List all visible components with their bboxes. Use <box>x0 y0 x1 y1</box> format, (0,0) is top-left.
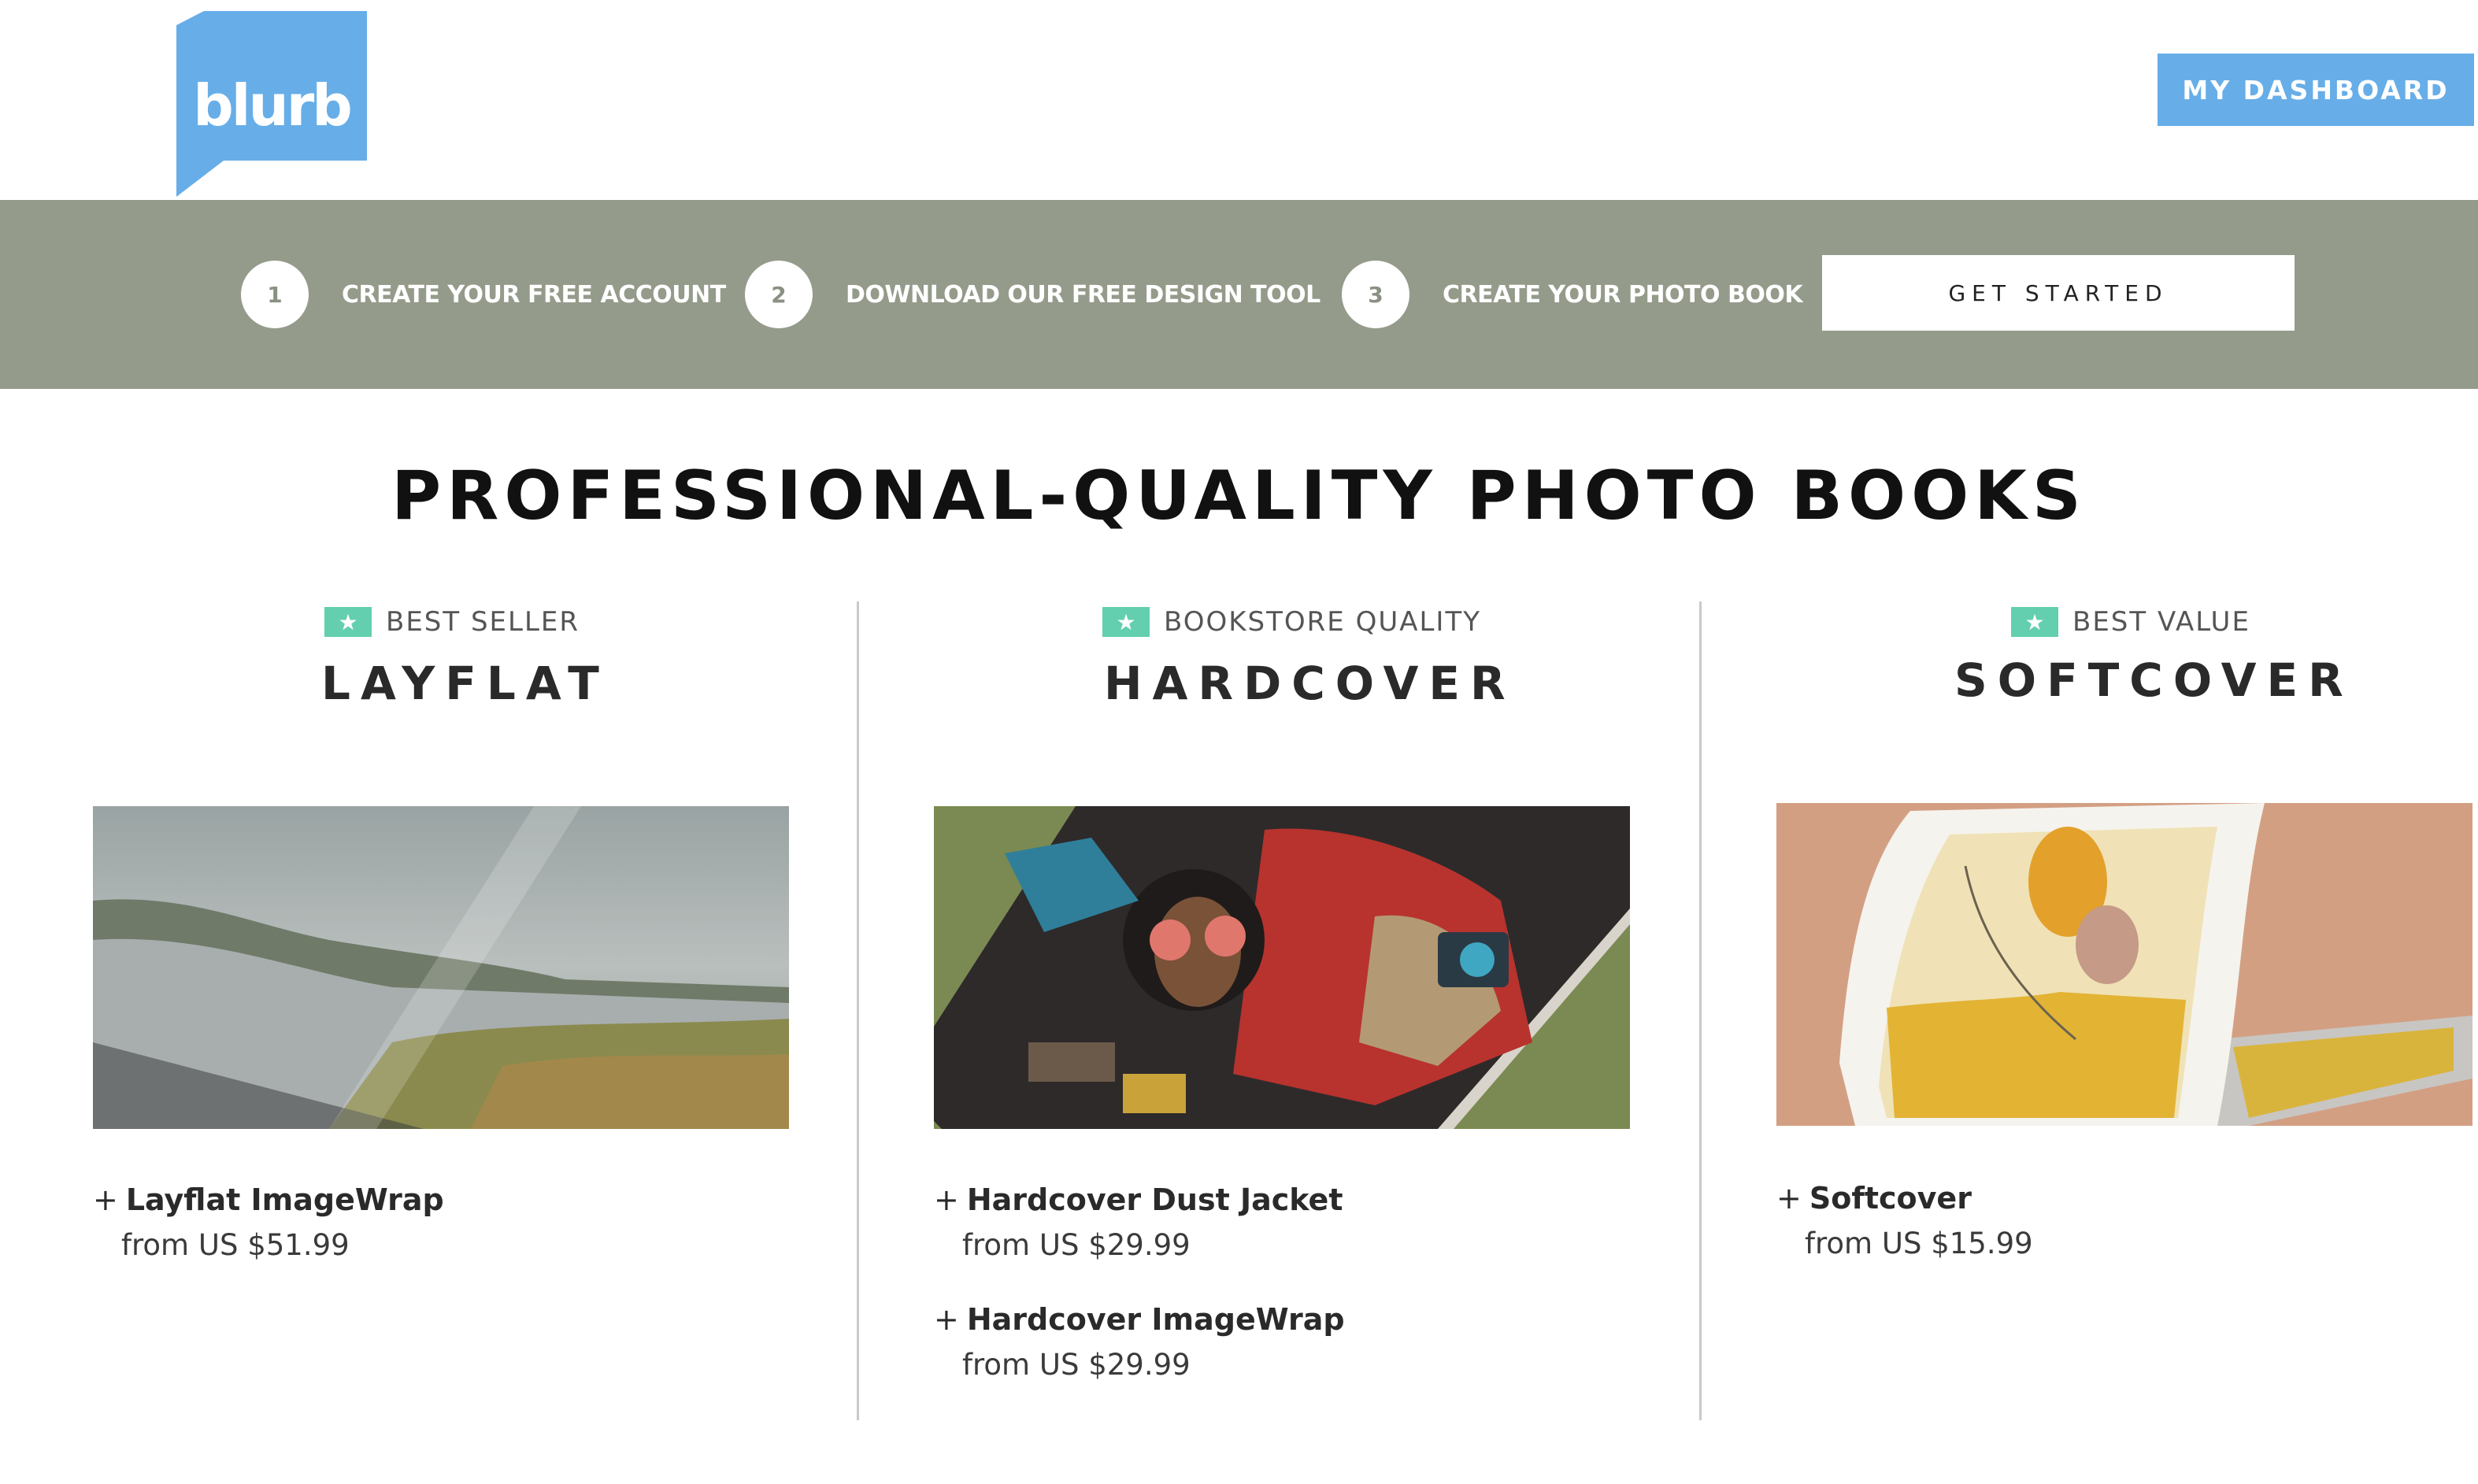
step-number-circle: 3 <box>1342 261 1409 328</box>
column-divider <box>1699 601 1702 1420</box>
option-name-text: Layflat ImageWrap <box>125 1182 444 1217</box>
blurb-logo[interactable]: blurb <box>176 11 367 197</box>
plus-icon: + <box>1776 1181 1802 1216</box>
plus-icon: + <box>934 1182 959 1217</box>
badge-best-seller: ★ BEST SELLER <box>324 606 580 638</box>
badge-best-value: ★ BEST VALUE <box>2011 606 2250 638</box>
badge-label: BOOKSTORE QUALITY <box>1164 606 1481 638</box>
column-divider <box>857 601 859 1420</box>
product-title: LAYFLAT <box>321 657 609 710</box>
site-header: blurb MY DASHBOARD <box>0 0 2478 200</box>
step-label: CREATE YOUR PHOTO BOOK <box>1443 280 1803 309</box>
star-icon: ★ <box>2011 607 2058 637</box>
step-label: CREATE YOUR FREE ACCOUNT <box>342 280 726 309</box>
softcover-book-photo[interactable] <box>1776 803 2472 1126</box>
get-started-button[interactable]: GET STARTED <box>1822 255 2295 331</box>
hardcover-book-photo[interactable] <box>934 806 1630 1129</box>
step-1: 1 CREATE YOUR FREE ACCOUNT <box>241 260 726 329</box>
option-price: from US $15.99 <box>1805 1227 2033 1260</box>
option-hardcover-dust-jacket[interactable]: + Hardcover Dust Jacket from US $29.99 <box>934 1182 1343 1262</box>
option-price: from US $51.99 <box>121 1228 350 1262</box>
option-name[interactable]: + Layflat ImageWrap <box>93 1182 444 1217</box>
plus-icon: + <box>93 1182 118 1217</box>
logo-wordmark: blurb <box>193 72 353 139</box>
badge-label: BEST VALUE <box>2072 606 2250 638</box>
step-2: 2 DOWNLOAD OUR FREE DESIGN TOOL <box>745 260 1320 329</box>
option-softcover[interactable]: + Softcover from US $15.99 <box>1776 1181 2033 1260</box>
option-price: from US $29.99 <box>962 1228 1191 1262</box>
step-number-circle: 1 <box>241 261 309 328</box>
badge-bookstore-quality: ★ BOOKSTORE QUALITY <box>1102 606 1481 638</box>
step-number-circle: 2 <box>745 261 813 328</box>
my-dashboard-button[interactable]: MY DASHBOARD <box>2158 54 2474 126</box>
product-title: HARDCOVER <box>1104 657 1516 710</box>
steps-bar: 1 CREATE YOUR FREE ACCOUNT 2 DOWNLOAD OU… <box>0 200 2478 389</box>
option-price: from US $29.99 <box>962 1348 1191 1382</box>
plus-icon: + <box>934 1302 959 1337</box>
star-icon: ★ <box>1102 607 1150 637</box>
option-name[interactable]: + Hardcover ImageWrap <box>934 1302 1345 1337</box>
step-3: 3 CREATE YOUR PHOTO BOOK <box>1342 260 1803 329</box>
layflat-book-photo[interactable] <box>93 806 789 1129</box>
option-name-text: Softcover <box>1809 1181 1972 1216</box>
option-name[interactable]: + Softcover <box>1776 1181 2033 1216</box>
star-icon: ★ <box>324 607 372 637</box>
product-title: SOFTCOVER <box>1954 653 2354 707</box>
option-layflat-imagewrap[interactable]: + Layflat ImageWrap from US $51.99 <box>93 1182 444 1262</box>
option-hardcover-imagewrap[interactable]: + Hardcover ImageWrap from US $29.99 <box>934 1302 1345 1382</box>
page-title: PROFESSIONAL-QUALITY PHOTO BOOKS <box>391 457 2087 535</box>
step-label: DOWNLOAD OUR FREE DESIGN TOOL <box>846 280 1320 309</box>
option-name[interactable]: + Hardcover Dust Jacket <box>934 1182 1343 1217</box>
option-name-text: Hardcover ImageWrap <box>966 1302 1345 1337</box>
option-name-text: Hardcover Dust Jacket <box>966 1182 1343 1217</box>
badge-label: BEST SELLER <box>386 606 580 638</box>
